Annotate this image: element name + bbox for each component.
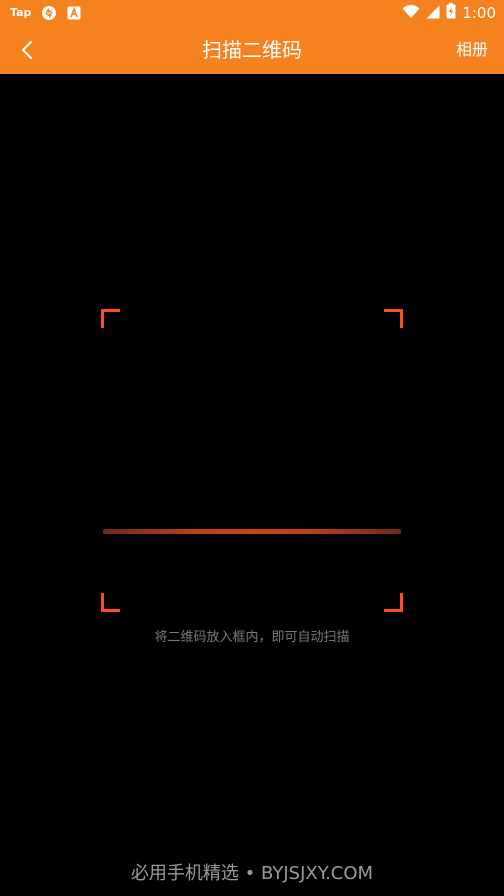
page-title: 扫描二维码: [202, 38, 302, 62]
status-right-icons: 1:00: [402, 3, 496, 23]
status-left-icons: Tap: [10, 4, 81, 22]
scan-corner-bottom-right: [384, 593, 403, 612]
tap-notification-icon: Tap: [10, 6, 32, 19]
wifi-icon: [402, 4, 420, 23]
back-button[interactable]: [8, 30, 48, 70]
qr-scan-screen: Tap 1:00 扫描二维码 相册 将二维码放入框内，即可自动扫描 必用手机精选…: [0, 0, 504, 896]
scan-corner-top-left: [101, 309, 120, 328]
scan-corner-top-right: [384, 309, 403, 328]
status-bar: Tap 1:00: [0, 0, 504, 26]
a-box-icon: [67, 6, 81, 20]
scan-line: [103, 529, 401, 534]
status-time: 1:00: [462, 4, 496, 22]
scan-hint: 将二维码放入框内，即可自动扫描: [154, 630, 350, 645]
signal-icon: [426, 4, 440, 23]
album-button[interactable]: 相册: [456, 26, 488, 74]
scan-corner-bottom-left: [101, 593, 120, 612]
battery-charging-icon: [446, 3, 456, 23]
watermark: 必用手机精选 • BYJSJXY.COM: [130, 863, 374, 884]
scan-frame: [101, 309, 403, 612]
toolbar: 扫描二维码 相册: [0, 26, 504, 74]
chevron-left-icon: [21, 40, 33, 60]
sync-icon: [41, 5, 57, 21]
app-bar: Tap 1:00 扫描二维码 相册: [0, 0, 504, 74]
